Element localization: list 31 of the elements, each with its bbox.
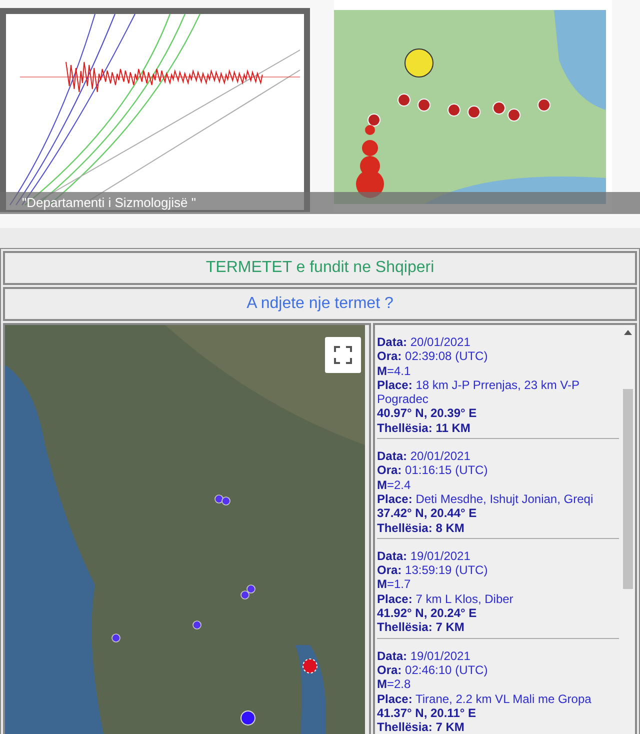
- magnitude-text: M=4.1: [377, 364, 412, 378]
- magnitude-text: M=1.7: [377, 577, 412, 592]
- coordinates-text: 41.92° N, 20.24° E: [377, 606, 478, 620]
- coordinates-text: 41.37° N, 20.11° E: [377, 706, 477, 720]
- place-text: Place: 7 km L Klos, Diber: [377, 592, 514, 606]
- slideshow-caption: "Departamenti i Sizmologjisë ": [0, 192, 640, 214]
- date-text: Data: 19/01/2021: [377, 548, 472, 564]
- magnitude-text: M=2.8: [377, 677, 412, 692]
- place-text: Place: Tirane, 2.2 km VL Mali me Gropa: [377, 692, 592, 706]
- date-text: Data: 19/01/2021: [377, 648, 472, 663]
- time-text: Ora: 02:46:10 (UTC): [377, 662, 489, 678]
- section-title: TERMETET e fundit ne Shqiperi: [3, 251, 637, 285]
- magnitude-text: M=2.4: [377, 478, 412, 492]
- place-text: Place: Deti Mesdhe, Ishujt Jonian, Greqi: [377, 492, 594, 506]
- date-text: Data: 20/01/2021: [377, 335, 472, 350]
- depth-text: Thellësia: 11 KM: [377, 420, 472, 436]
- depth-text: Thellësia: 8 KM: [377, 520, 466, 535]
- fullscreen-button[interactable]: [325, 337, 361, 373]
- time-text: Ora: 02:39:08 (UTC): [377, 349, 489, 364]
- date-text: Data: 20/01/2021: [377, 449, 472, 464]
- coordinates-text: 40.97° N, 20.39° E: [377, 406, 478, 421]
- coordinates-text: 37.42° N, 20.44° E: [377, 506, 478, 521]
- scroll-up-icon: [624, 330, 632, 335]
- depth-text: Thellësia: 7 KM: [377, 720, 466, 734]
- depth-text: Thellësia: 7 KM: [377, 620, 466, 635]
- section-subtitle: A ndjete nje termet ?: [3, 287, 637, 321]
- place-text: Place: 18 km J-P Prrenjas, 23 km V-P Pogradec: [377, 378, 580, 406]
- fullscreen-icon: [334, 346, 352, 364]
- scrollbar-thumb[interactable]: [623, 389, 633, 589]
- time-text: Ora: 13:59:19 (UTC): [377, 563, 489, 578]
- time-text: Ora: 01:16:15 (UTC): [377, 463, 489, 478]
